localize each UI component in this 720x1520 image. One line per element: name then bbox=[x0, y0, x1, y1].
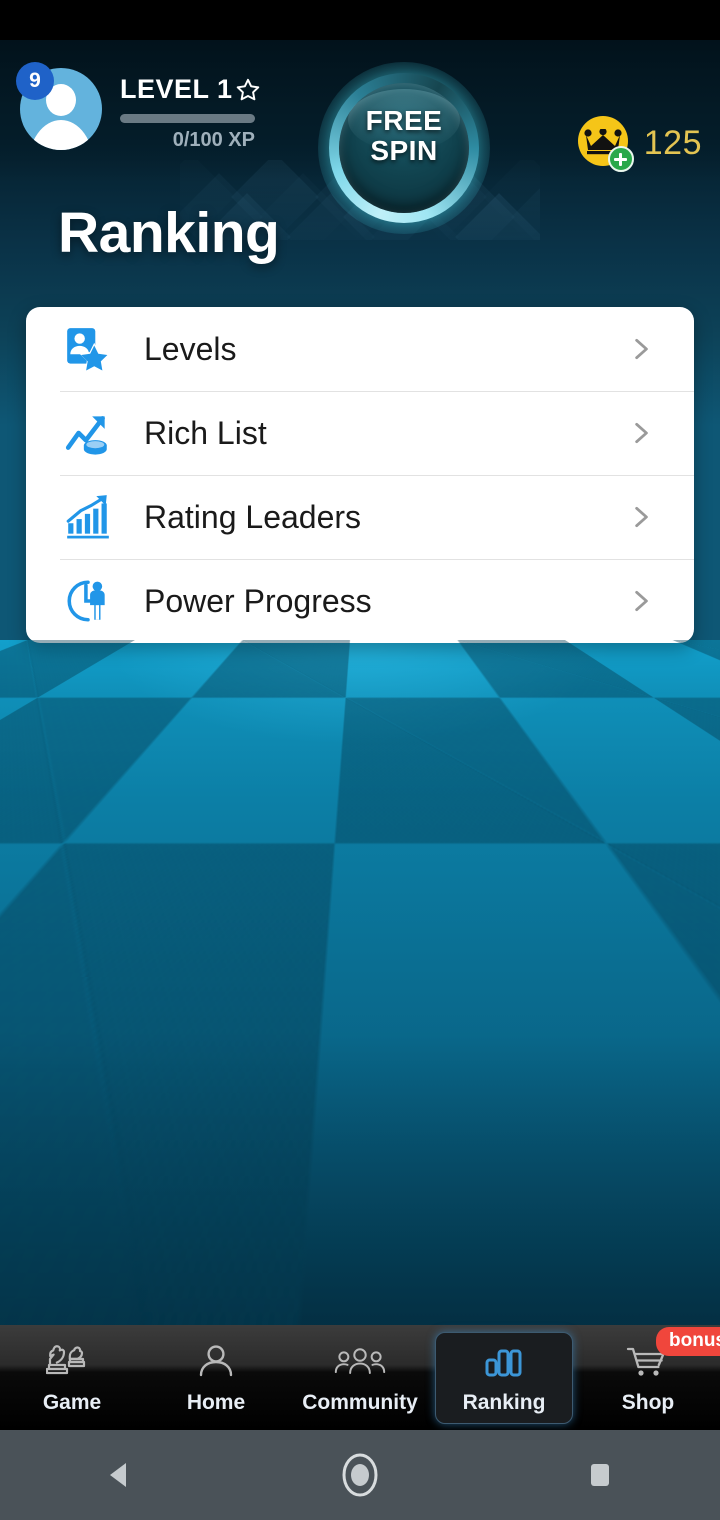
bar-chart-trend-icon bbox=[60, 489, 116, 545]
nav-tab-label: Ranking bbox=[463, 1391, 546, 1415]
phone-screen: 9 LEVEL 1 0/100 XP FREE SPIN 125 Ranking… bbox=[0, 0, 720, 1520]
spin-label-line1: FREE bbox=[366, 105, 443, 136]
add-coins-icon[interactable] bbox=[608, 146, 634, 172]
menu-item-rich-list[interactable]: Rich List bbox=[26, 391, 694, 475]
avatar[interactable]: 9 bbox=[20, 68, 102, 150]
avatar-level-badge: 9 bbox=[16, 62, 54, 100]
menu-item-levels[interactable]: Levels bbox=[26, 307, 694, 391]
coin-amount: 125 bbox=[644, 124, 702, 163]
levels-star-icon bbox=[60, 321, 116, 377]
page-title: Ranking bbox=[58, 200, 279, 266]
coin-counter[interactable]: 125 bbox=[578, 116, 702, 170]
chess-pieces-icon bbox=[46, 1341, 98, 1387]
star-icon bbox=[235, 77, 261, 103]
nav-tab-label: Home bbox=[187, 1391, 245, 1415]
nav-tab-ranking[interactable]: Ranking bbox=[432, 1325, 576, 1430]
spin-label-line2: SPIN bbox=[370, 135, 437, 166]
checkerboard-floor bbox=[0, 640, 720, 1325]
menu-item-label: Rating Leaders bbox=[144, 499, 628, 536]
xp-progress-bar bbox=[120, 114, 255, 123]
clock-person-icon bbox=[60, 573, 116, 629]
nav-tab-home[interactable]: Home bbox=[144, 1325, 288, 1430]
free-spin-button[interactable]: FREE SPIN bbox=[318, 62, 490, 234]
nav-tab-label: Community bbox=[302, 1391, 418, 1415]
chevron-right-icon bbox=[628, 336, 654, 362]
menu-item-label: Power Progress bbox=[144, 583, 628, 620]
spin-label: FREE SPIN bbox=[318, 106, 490, 166]
home-circle-icon[interactable] bbox=[300, 1430, 420, 1520]
trend-coin-icon bbox=[60, 405, 116, 461]
nav-tab-game[interactable]: Game bbox=[0, 1325, 144, 1430]
status-bar bbox=[0, 0, 720, 40]
coin-icon bbox=[578, 116, 632, 170]
bottom-navigation: Game Home Community Ranking bonu Shop bbox=[0, 1325, 720, 1430]
bar-chart-icon bbox=[478, 1341, 530, 1387]
app-header: 9 LEVEL 1 0/100 XP FREE SPIN 125 bbox=[0, 40, 720, 180]
level-label: LEVEL 1 bbox=[120, 74, 233, 105]
person-icon bbox=[190, 1341, 242, 1387]
menu-item-rating-leaders[interactable]: Rating Leaders bbox=[26, 475, 694, 559]
chevron-right-icon bbox=[628, 504, 654, 530]
people-group-icon bbox=[334, 1341, 386, 1387]
android-system-nav bbox=[0, 1430, 720, 1520]
nav-tab-community[interactable]: Community bbox=[288, 1325, 432, 1430]
recents-square-icon[interactable] bbox=[540, 1430, 660, 1520]
shop-bonus-badge: bonus bbox=[656, 1327, 720, 1356]
nav-tab-shop[interactable]: bonus Shop bbox=[576, 1325, 720, 1430]
nav-tab-label: Shop bbox=[622, 1391, 675, 1415]
level-block: LEVEL 1 0/100 XP bbox=[120, 74, 300, 152]
menu-item-label: Levels bbox=[144, 331, 628, 368]
menu-item-power-progress[interactable]: Power Progress bbox=[26, 559, 694, 643]
back-triangle-icon[interactable] bbox=[60, 1430, 180, 1520]
chevron-right-icon bbox=[628, 420, 654, 446]
chevron-right-icon bbox=[628, 588, 654, 614]
xp-label: 0/100 XP bbox=[120, 129, 255, 152]
ranking-menu-card: Levels Rich List Rating Leaders Power Pr… bbox=[26, 307, 694, 643]
nav-tab-label: Game bbox=[43, 1391, 101, 1415]
menu-item-label: Rich List bbox=[144, 415, 628, 452]
